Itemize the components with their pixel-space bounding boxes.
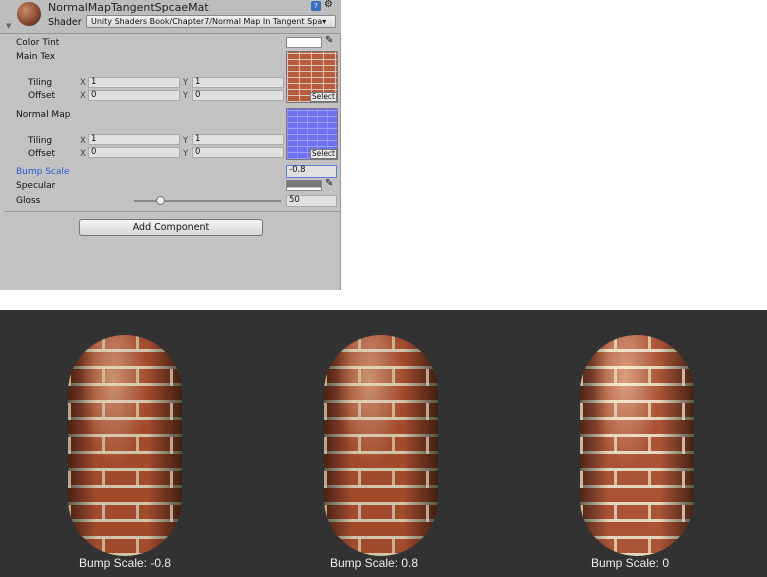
material-preview-sphere xyxy=(17,2,41,26)
color-tint-swatch[interactable] xyxy=(286,37,322,48)
specular-label: Specular xyxy=(16,181,56,191)
main-tex-thumbnail[interactable]: Select xyxy=(286,51,338,103)
caption: Bump Scale: -0.8 xyxy=(78,556,172,570)
nm-offset-y-field[interactable]: 0 xyxy=(192,147,284,158)
capsule-bump-zero xyxy=(580,335,694,556)
shader-dropdown[interactable]: Unity Shaders Book/Chapter7/Normal Map I… xyxy=(86,15,336,28)
color-tint-label: Color Tint xyxy=(16,38,60,48)
specular-color-swatch[interactable] xyxy=(286,180,322,191)
capsule-bump-neg xyxy=(68,335,182,556)
main-offset-x-field[interactable]: 0 xyxy=(88,90,180,101)
x-label: X xyxy=(80,91,86,101)
material-name: NormalMapTangentSpcaeMat xyxy=(48,1,209,14)
y-label: Y xyxy=(183,149,189,159)
nm-tiling-x-field[interactable]: 1 xyxy=(88,134,180,145)
y-label: Y xyxy=(183,91,189,101)
x-label: X xyxy=(80,149,86,159)
eyedropper-icon[interactable]: ✎ xyxy=(325,35,333,46)
capsule-bump-pos xyxy=(324,335,438,556)
main-tiling-x-field[interactable]: 1 xyxy=(88,77,180,88)
main-tex-label: Main Tex xyxy=(16,52,56,62)
divider xyxy=(4,211,340,212)
main-tex-select-button[interactable]: Select xyxy=(309,92,337,102)
scene-view: Bump Scale: -0.8 Bump Scale: 0.8 Bump Sc… xyxy=(0,310,767,577)
add-component-button[interactable]: Add Component xyxy=(79,219,263,236)
caption: Bump Scale: 0.8 xyxy=(329,556,419,570)
help-icon[interactable]: ? xyxy=(311,1,321,11)
x-label: X xyxy=(80,78,86,88)
material-header: ▼ NormalMapTangentSpcaeMat Shader Unity … xyxy=(0,0,341,34)
nm-tiling-y-field[interactable]: 1 xyxy=(192,134,284,145)
y-label: Y xyxy=(183,136,189,146)
main-offset-y-field[interactable]: 0 xyxy=(192,90,284,101)
x-label: X xyxy=(80,136,86,146)
y-label: Y xyxy=(183,78,189,88)
foldout-arrow-icon[interactable]: ▼ xyxy=(6,22,11,30)
nm-offset-x-field[interactable]: 0 xyxy=(88,147,180,158)
bump-scale-field[interactable]: -0.8 xyxy=(286,165,337,178)
material-inspector: ▼ NormalMapTangentSpcaeMat Shader Unity … xyxy=(0,0,341,290)
gloss-field[interactable]: 50 xyxy=(286,195,337,207)
main-tiling-label: Tiling xyxy=(28,78,53,88)
normal-map-thumbnail[interactable]: Select xyxy=(286,108,338,160)
nm-offset-label: Offset xyxy=(28,149,56,159)
gloss-slider-thumb[interactable] xyxy=(156,196,165,205)
normal-map-label: Normal Map xyxy=(16,110,71,120)
caption: Bump Scale: 0 xyxy=(590,556,670,570)
main-tiling-y-field[interactable]: 1 xyxy=(192,77,284,88)
bump-scale-label: Bump Scale xyxy=(16,167,70,177)
eyedropper-icon[interactable]: ✎ xyxy=(325,178,333,189)
gloss-label: Gloss xyxy=(16,196,41,206)
normal-map-select-button[interactable]: Select xyxy=(309,149,337,159)
shader-label: Shader xyxy=(48,17,82,28)
nm-tiling-label: Tiling xyxy=(28,136,53,146)
main-offset-label: Offset xyxy=(28,91,56,101)
gear-icon[interactable]: ⚙ xyxy=(324,0,333,10)
